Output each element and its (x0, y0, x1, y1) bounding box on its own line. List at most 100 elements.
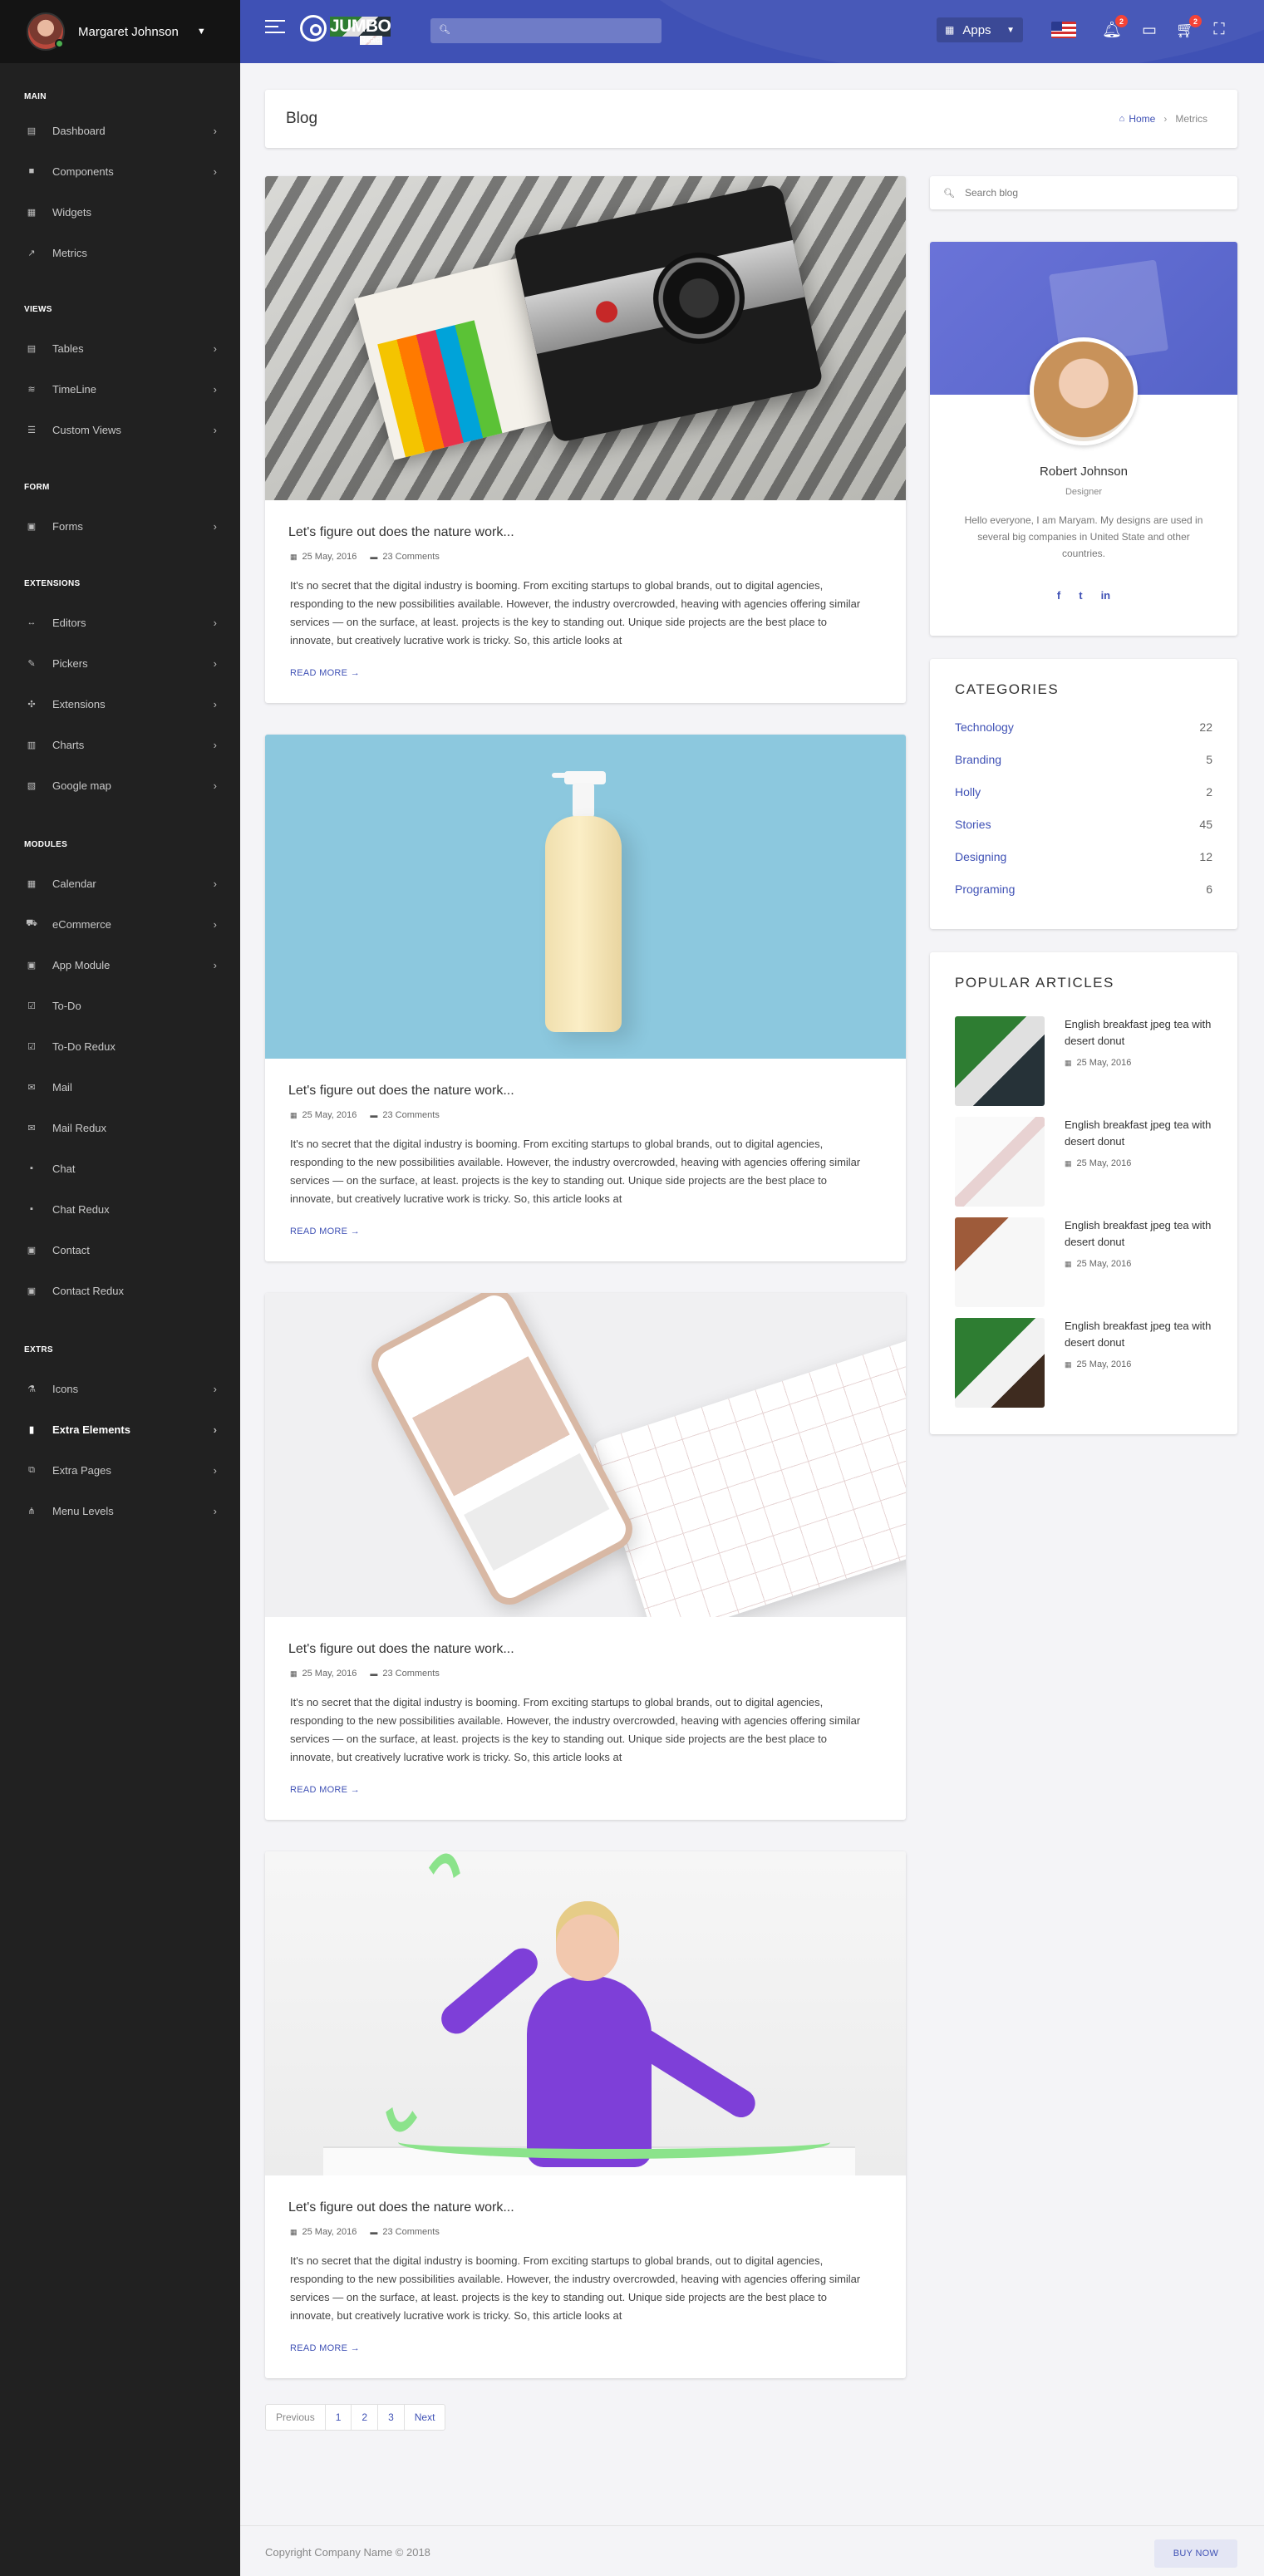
arrow-right-icon: → (350, 668, 360, 678)
article-title[interactable]: English breakfast jpeg tea with desert d… (1065, 1117, 1214, 1150)
post-image-camera[interactable] (265, 176, 906, 500)
sidebar-item-chat[interactable]: ▪ Chat (0, 1156, 240, 1181)
notifications-bell-icon[interactable]: 🔔︎ 2 (1101, 15, 1128, 41)
post-image-phone-keyboard[interactable] (265, 1293, 906, 1617)
mail-icon: ✉ (27, 1082, 36, 1093)
cart-icon[interactable]: 🛒︎ 2 (1175, 15, 1202, 41)
article-thumbnail[interactable] (955, 1318, 1045, 1408)
pagination-page-1[interactable]: 1 (326, 2405, 352, 2430)
global-search-input[interactable]: 🔍︎ (430, 18, 662, 43)
article-thumbnail[interactable] (955, 1016, 1045, 1106)
profile-role: Designer (1065, 487, 1103, 497)
article-thumbnail[interactable] (955, 1217, 1045, 1307)
pagination-next[interactable]: Next (405, 2405, 445, 2430)
app-logo[interactable]: JUMBO React (300, 12, 391, 50)
pagination-previous[interactable]: Previous (266, 2405, 326, 2430)
sidebar-item-todo-redux[interactable]: ☑ To-Do Redux (0, 1034, 240, 1059)
us-flag-icon[interactable] (1051, 22, 1076, 38)
user-avatar[interactable] (27, 12, 65, 51)
article-title[interactable]: English breakfast jpeg tea with desert d… (1065, 1318, 1214, 1351)
post-title[interactable]: Let's figure out does the nature work... (288, 2200, 514, 2215)
popular-article-item[interactable]: English breakfast jpeg tea with desert d… (955, 1117, 1221, 1207)
fullscreen-icon[interactable]: ⛶ (1208, 19, 1230, 41)
sidebar-item-todo[interactable]: ☑ To-Do (0, 993, 240, 1018)
sidebar-item-extensions[interactable]: ✣ Extensions › (0, 691, 240, 716)
sidebar-item-custom-views[interactable]: ☰ Custom Views › (0, 417, 240, 442)
category-item[interactable]: Branding 5 (955, 753, 1212, 766)
popular-article-item[interactable]: English breakfast jpeg tea with desert d… (955, 1318, 1221, 1408)
user-name[interactable]: Margaret Johnson (78, 25, 179, 39)
sidebar-item-extra-elements[interactable]: ▮ Extra Elements › (0, 1417, 240, 1442)
popular-article-item[interactable]: English breakfast jpeg tea with desert d… (955, 1217, 1221, 1307)
sidebar-item-widgets[interactable]: ▦ Widgets (0, 199, 240, 224)
chevron-down-icon[interactable]: ▼ (197, 27, 206, 37)
facebook-icon[interactable]: f (1057, 589, 1060, 602)
blog-search-input[interactable] (964, 187, 1214, 199)
sidebar-section-extensions: EXTENSIONS (24, 579, 81, 588)
sidebar-item-tables[interactable]: ▤ Tables › (0, 336, 240, 361)
post-comments[interactable]: 23 Comments (382, 552, 439, 562)
category-item[interactable]: Holly 2 (955, 785, 1212, 799)
linkedin-icon[interactable]: in (1101, 589, 1111, 602)
twitter-icon[interactable]: t (1079, 589, 1082, 602)
post-image-dancer[interactable] (265, 1851, 906, 2175)
puzzle-icon: ✣ (27, 699, 36, 710)
apps-dropdown[interactable]: ▦ Apps ▼ (937, 17, 1023, 42)
sidebar-item-metrics[interactable]: ↗ Metrics (0, 240, 240, 265)
sidebar-item-google-map[interactable]: ▧ Google map › (0, 773, 240, 798)
sidebar-item-label: Custom Views (52, 423, 121, 436)
sidebar-item-contact-redux[interactable]: ▣ Contact Redux (0, 1278, 240, 1303)
sidebar-item-components[interactable]: ■ Components › (0, 159, 240, 184)
post-title[interactable]: Let's figure out does the nature work... (288, 525, 514, 540)
sidebar-item-extra-pages[interactable]: ⧉ Extra Pages › (0, 1458, 240, 1482)
category-item[interactable]: Programing 6 (955, 882, 1212, 896)
read-more-link[interactable]: READ MORE → (290, 668, 360, 678)
sidebar-item-dashboard[interactable]: ▤ Dashboard › (0, 118, 240, 143)
menu-toggle-icon[interactable] (265, 20, 285, 35)
post-comments[interactable]: 23 Comments (382, 1110, 439, 1120)
sidebar-item-contact[interactable]: ▣ Contact (0, 1237, 240, 1262)
read-more-link[interactable]: READ MORE → (290, 1227, 360, 1236)
buy-now-button[interactable]: BUY NOW (1154, 2539, 1237, 2568)
popular-article-item[interactable]: English breakfast jpeg tea with desert d… (955, 1016, 1221, 1106)
post-title[interactable]: Let's figure out does the nature work... (288, 1642, 514, 1657)
author-profile-card: Robert Johnson Designer Hello everyone, … (930, 242, 1237, 636)
pagination-page-2[interactable]: 2 (352, 2405, 379, 2430)
trending-icon: ↗ (27, 248, 36, 258)
category-item[interactable]: Stories 45 (955, 818, 1212, 831)
read-more-link[interactable]: READ MORE → (290, 1785, 360, 1795)
breadcrumb-home[interactable]: ⌂ Home (1119, 113, 1156, 125)
post-comments[interactable]: 23 Comments (382, 2227, 439, 2237)
sidebar-item-ecommerce[interactable]: ⛟ eCommerce › (0, 912, 240, 937)
sidebar-item-forms[interactable]: ▣ Forms › (0, 514, 240, 538)
chevron-right-icon: › (213, 519, 217, 533)
sidebar-item-app-module[interactable]: ▣ App Module › (0, 952, 240, 977)
category-item[interactable]: Technology 22 (955, 720, 1212, 734)
sidebar-item-calendar[interactable]: ▦ Calendar › (0, 871, 240, 896)
article-title[interactable]: English breakfast jpeg tea with desert d… (1065, 1016, 1214, 1050)
article-thumbnail[interactable] (955, 1117, 1045, 1207)
chevron-right-icon: › (213, 958, 217, 971)
sidebar-item-mail-redux[interactable]: ✉ Mail Redux (0, 1115, 240, 1140)
sidebar-item-chat-redux[interactable]: ▪ Chat Redux (0, 1197, 240, 1222)
user-panel[interactable]: Margaret Johnson ▼ (0, 0, 240, 63)
post-title[interactable]: Let's figure out does the nature work... (288, 1084, 514, 1099)
sidebar-item-icons[interactable]: ⚗ Icons › (0, 1376, 240, 1401)
category-item[interactable]: Designing 12 (955, 850, 1212, 863)
page-title: Blog (286, 110, 318, 127)
sidebar-item-charts[interactable]: ▥ Charts › (0, 732, 240, 757)
article-title[interactable]: English breakfast jpeg tea with desert d… (1065, 1217, 1214, 1251)
sidebar-item-editors[interactable]: ↔ Editors › (0, 610, 240, 635)
categories-title: CATEGORIES (955, 681, 1060, 697)
post-comments[interactable]: 23 Comments (382, 1669, 439, 1679)
sidebar-item-mail[interactable]: ✉ Mail (0, 1074, 240, 1099)
read-more-link[interactable]: READ MORE → (290, 2343, 360, 2353)
pagination-page-3[interactable]: 3 (378, 2405, 405, 2430)
post-image-bottle[interactable] (265, 735, 906, 1059)
sidebar-item-timeline[interactable]: ≋ TimeLine › (0, 376, 240, 401)
sidebar-item-menu-levels[interactable]: ⋔ Menu Levels › (0, 1498, 240, 1523)
chevron-right-icon: › (213, 877, 217, 890)
post-date: 25 May, 2016 (302, 2227, 357, 2237)
sidebar-item-pickers[interactable]: ✎ Pickers › (0, 651, 240, 676)
messages-icon[interactable]: ▭ (1139, 19, 1160, 41)
